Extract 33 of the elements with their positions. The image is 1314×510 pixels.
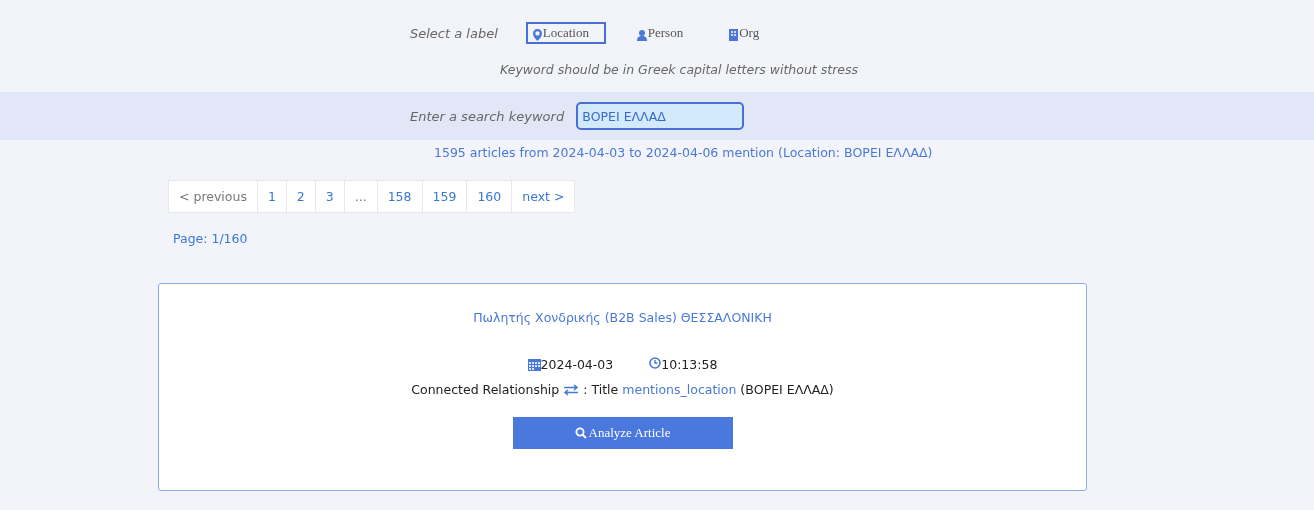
pagination-link[interactable]: 159 — [421, 180, 468, 213]
pagination-link[interactable]: next > — [511, 180, 576, 213]
article-date: 2024-04-03 — [540, 357, 614, 372]
analyze-button[interactable]: Analyze Article — [512, 417, 733, 449]
hint-text: Keyword should be in Greek capital letters without stress — [500, 62, 859, 79]
pagination-link[interactable]: 3 — [314, 180, 345, 213]
pagination-link[interactable]: 2 — [285, 180, 316, 213]
search-label: Enter a search keyword — [410, 108, 565, 124]
search-field[interactable]: ΒΟΡΕΙ ΕΛΛΑΔ — [576, 102, 745, 130]
building-icon — [729, 29, 739, 41]
pagination-link[interactable]: 160 — [466, 180, 513, 213]
article-time: 10:13:58 — [661, 357, 718, 372]
exchange-arrows-icon — [563, 383, 580, 396]
article-title-link[interactable]: Πωλητής Χονδρικής (B2B Sales) ΘΕΣΣΑΛΟΝΙΚΗ — [473, 310, 772, 325]
label-option[interactable]: Person — [629, 22, 691, 44]
results-summary: 1595 articles from 2024-04-03 to 2024-04-06 mention (Location: ΒΟΡΕΙ ΕΛΛΑΔ) — [434, 145, 934, 160]
entity-text: (ΒΟΡΕΙ ΕΛΛΑΔ) — [740, 382, 834, 397]
label-option[interactable]: Location — [525, 22, 606, 44]
person-icon — [636, 30, 647, 41]
pagination-link[interactable]: < previous — [168, 180, 258, 213]
calendar-icon — [527, 358, 541, 371]
relationship-separator: : Title — [583, 382, 619, 397]
relationship-label: Connected Relationship — [411, 382, 560, 397]
clock-icon — [649, 356, 662, 369]
relationship-link[interactable]: mentions_location — [622, 382, 737, 397]
pagination-link[interactable]: 1 — [256, 180, 287, 213]
search-icon — [574, 427, 587, 439]
label-prompt: Select a label — [410, 25, 498, 41]
label-option[interactable]: Org — [722, 22, 767, 44]
page-indicator: Page: 1/160 — [173, 231, 249, 246]
pagination-link[interactable]: 158 — [376, 180, 423, 213]
map-pin-icon — [532, 29, 542, 41]
pagination-link[interactable]: ... — [343, 180, 378, 213]
